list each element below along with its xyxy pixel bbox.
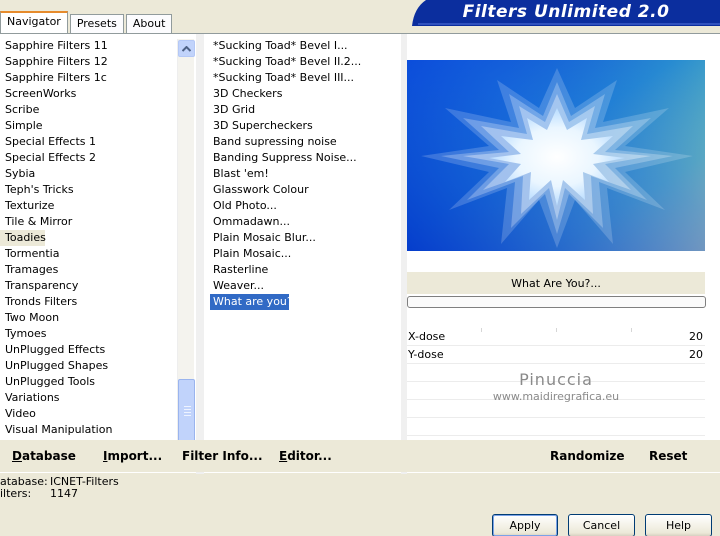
filter-item[interactable]: 3D Supercheckers bbox=[210, 118, 400, 134]
scroll-thumb[interactable] bbox=[178, 379, 195, 442]
apply-button[interactable]: Apply bbox=[492, 514, 558, 536]
filter-list[interactable]: *Sucking Toad* Bevel I... *Sucking Toad* … bbox=[210, 38, 400, 310]
panel-divider bbox=[196, 34, 204, 474]
status-value: 1147 bbox=[50, 487, 78, 500]
param-label: X-dose bbox=[408, 330, 446, 343]
category-item[interactable]: Special Effects 2 bbox=[0, 150, 178, 166]
filter-item[interactable]: Banding Suppress Noise... bbox=[210, 150, 400, 166]
category-item[interactable]: Tymoes bbox=[0, 326, 178, 342]
category-item[interactable]: Tile & Mirror bbox=[0, 214, 178, 230]
param-label: Y-dose bbox=[408, 348, 444, 361]
tab-about[interactable]: About bbox=[125, 14, 173, 33]
category-item[interactable]: UnPlugged Shapes bbox=[0, 358, 178, 374]
category-item[interactable]: Tronds Filters bbox=[0, 294, 178, 310]
watermark: Pinuccia www.maidiregrafica.eu bbox=[407, 370, 705, 403]
main-panel: Sapphire Filters 11 Sapphire Filters 12 Sa… bbox=[0, 33, 720, 474]
filter-item[interactable]: Plain Mosaic... bbox=[210, 246, 400, 262]
preview-image bbox=[407, 60, 705, 251]
import-button[interactable]: Import... bbox=[103, 449, 162, 463]
editor-button[interactable]: Editor... bbox=[279, 449, 332, 463]
param-value: 20 bbox=[689, 330, 703, 343]
filter-item[interactable]: Ommadawn... bbox=[210, 214, 400, 230]
filter-item[interactable]: Blast 'em! bbox=[210, 166, 400, 182]
category-item[interactable]: Sapphire Filters 1c bbox=[0, 70, 178, 86]
filter-item[interactable]: Band supressing noise bbox=[210, 134, 400, 150]
category-item[interactable]: Tramages bbox=[0, 262, 178, 278]
filter-item[interactable]: Plain Mosaic Blur... bbox=[210, 230, 400, 246]
category-item[interactable]: Variations bbox=[0, 390, 178, 406]
watermark-url: www.maidiregrafica.eu bbox=[492, 390, 620, 403]
category-item[interactable]: Visual Manipulation bbox=[0, 422, 178, 438]
category-item[interactable]: UnPlugged Effects bbox=[0, 342, 178, 358]
app-title: Filters Unlimited 2.0 bbox=[462, 2, 670, 22]
category-item[interactable]: Texturize bbox=[0, 198, 178, 214]
param-row-x-dose[interactable]: X-dose 20 bbox=[407, 328, 705, 346]
filter-item[interactable]: Glasswork Colour bbox=[210, 182, 400, 198]
bottom-toolbar: Database Import... Filter Info... Editor… bbox=[0, 440, 720, 472]
category-item[interactable]: Scribe bbox=[0, 102, 178, 118]
param-row-empty bbox=[407, 418, 705, 436]
param-row-y-dose[interactable]: Y-dose 20 bbox=[407, 346, 705, 364]
filter-info-button[interactable]: Filter Info... bbox=[182, 449, 263, 463]
category-item[interactable]: Sybia bbox=[0, 166, 178, 182]
filter-item[interactable]: What are you? bbox=[210, 294, 293, 310]
category-item[interactable]: Video bbox=[0, 406, 178, 422]
watermark-name: Pinuccia bbox=[519, 370, 593, 389]
category-item[interactable]: Tormentia bbox=[0, 246, 178, 262]
filter-item[interactable]: *Sucking Toad* Bevel I... bbox=[210, 38, 400, 54]
category-item[interactable]: Sapphire Filters 12 bbox=[0, 54, 178, 70]
effect-name-label: What Are You?... bbox=[407, 272, 705, 294]
category-list[interactable]: Sapphire Filters 11 Sapphire Filters 12 Sa… bbox=[0, 38, 178, 470]
category-item[interactable]: Simple bbox=[0, 118, 178, 134]
filter-item[interactable]: *Sucking Toad* Bevel III... bbox=[210, 70, 400, 86]
filter-item[interactable]: Old Photo... bbox=[210, 198, 400, 214]
category-item[interactable]: Special Effects 1 bbox=[0, 134, 178, 150]
cancel-button[interactable]: Cancel bbox=[568, 514, 635, 536]
chevron-up-icon bbox=[182, 45, 191, 52]
scroll-up-button[interactable] bbox=[178, 40, 195, 57]
category-item[interactable]: Toadies bbox=[0, 230, 46, 246]
tab-navigator[interactable]: Navigator bbox=[0, 11, 68, 33]
help-button[interactable]: Help bbox=[645, 514, 712, 536]
reset-button[interactable]: Reset bbox=[649, 449, 687, 463]
category-item[interactable]: Teph's Tricks bbox=[0, 182, 178, 198]
status-label: ilters: bbox=[0, 487, 32, 500]
filter-item[interactable]: Rasterline bbox=[210, 262, 400, 278]
progress-bar bbox=[407, 296, 706, 308]
category-item[interactable]: ScreenWorks bbox=[0, 86, 178, 102]
filter-item[interactable]: 3D Grid bbox=[210, 102, 400, 118]
filter-item[interactable]: 3D Checkers bbox=[210, 86, 400, 102]
category-item[interactable]: Transparency bbox=[0, 278, 178, 294]
filter-item[interactable]: Weaver... bbox=[210, 278, 400, 294]
tab-presets[interactable]: Presets bbox=[69, 14, 124, 33]
tab-strip: Navigator Presets About bbox=[0, 11, 174, 33]
filter-preview bbox=[407, 60, 705, 251]
category-item[interactable]: Two Moon bbox=[0, 310, 178, 326]
param-value: 20 bbox=[689, 348, 703, 361]
category-scrollbar[interactable] bbox=[177, 39, 195, 469]
category-item[interactable]: Sapphire Filters 11 bbox=[0, 38, 178, 54]
database-status: atabase: ICNET-Filters ilters: 1147 bbox=[0, 476, 200, 500]
randomize-button[interactable]: Randomize bbox=[550, 449, 624, 463]
title-banner: Filters Unlimited 2.0 bbox=[412, 0, 720, 26]
filter-item[interactable]: *Sucking Toad* Bevel II.2... bbox=[210, 54, 400, 70]
database-button[interactable]: Database bbox=[12, 449, 76, 463]
category-item[interactable]: UnPlugged Tools bbox=[0, 374, 178, 390]
